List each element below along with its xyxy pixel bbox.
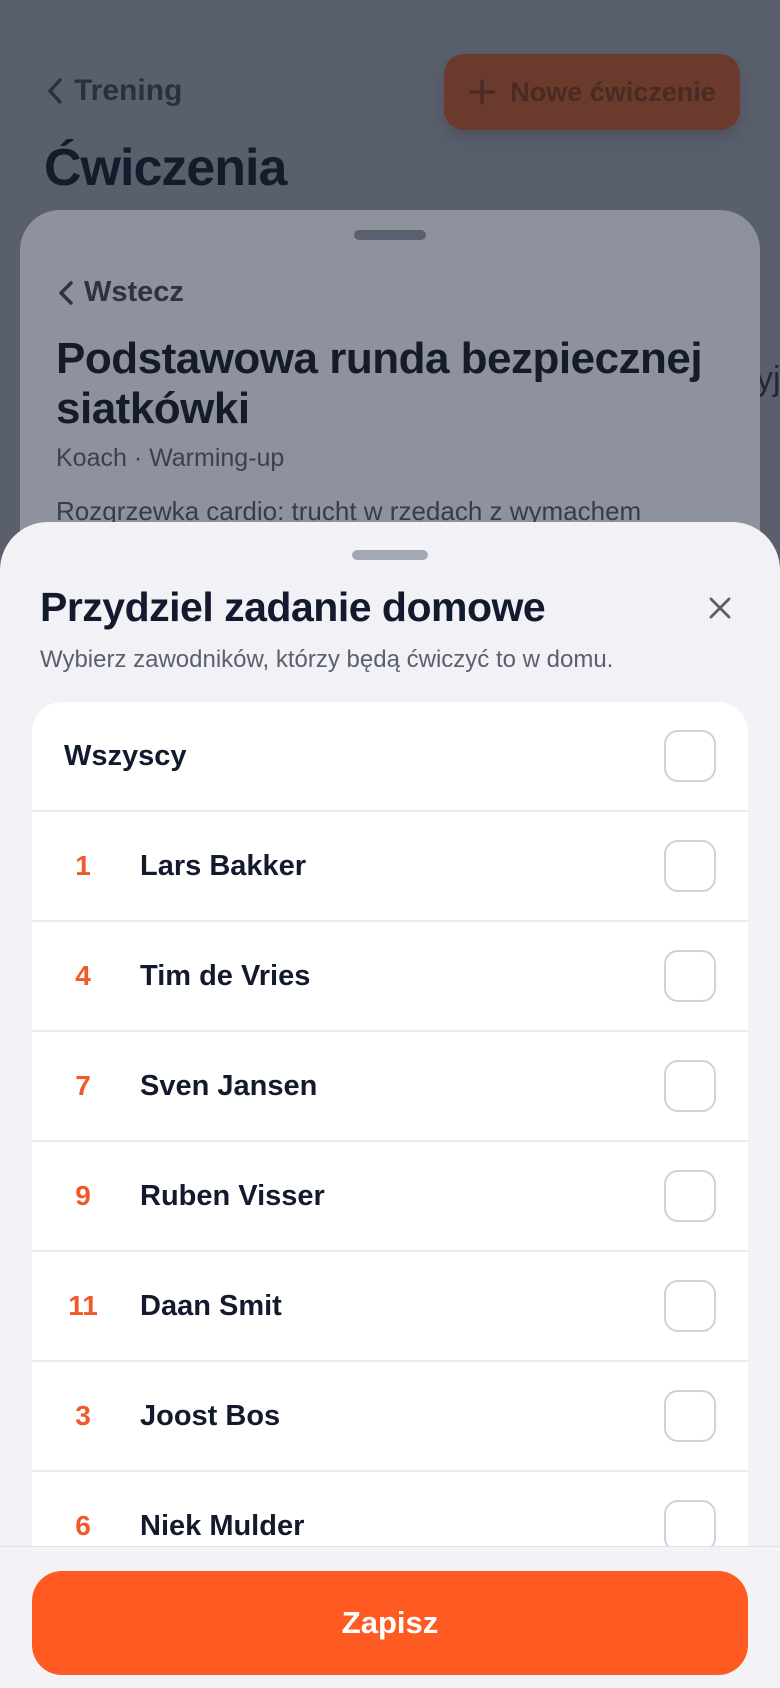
player-checkbox[interactable] bbox=[664, 950, 716, 1002]
player-name: Ruben Visser bbox=[140, 1179, 325, 1212]
player-row[interactable]: 9 Ruben Visser bbox=[32, 1142, 748, 1252]
player-number: 11 bbox=[68, 1290, 98, 1321]
close-button[interactable] bbox=[700, 588, 740, 628]
drill-title: Podstawowa runda bezpiecznej siatkówki bbox=[56, 334, 703, 433]
player-number: 4 bbox=[75, 960, 91, 991]
sheet-title: Przydziel zadanie domowe bbox=[40, 584, 546, 630]
player-name: Daan Smit bbox=[140, 1289, 282, 1322]
back-link-label: Trening bbox=[74, 74, 183, 107]
select-all-label: Wszyscy bbox=[64, 739, 187, 772]
player-number: 9 bbox=[75, 1180, 91, 1211]
player-number: 6 bbox=[75, 1510, 91, 1541]
chevron-left-icon bbox=[48, 78, 62, 104]
select-all-checkbox[interactable] bbox=[664, 730, 716, 782]
player-checkbox[interactable] bbox=[664, 1170, 716, 1222]
player-list: Wszyscy 1 Lars Bakker 4 Tim de Vries 7 S… bbox=[32, 702, 748, 1582]
save-button[interactable]: Zapisz bbox=[32, 1571, 748, 1675]
new-exercise-label: Nowe ćwiczenie bbox=[510, 76, 716, 107]
player-name: Niek Mulder bbox=[140, 1509, 305, 1542]
player-checkbox[interactable] bbox=[664, 1060, 716, 1112]
sheet-handle[interactable] bbox=[354, 230, 426, 240]
page-title: Ćwiczenia bbox=[44, 139, 287, 197]
sheet-handle[interactable] bbox=[352, 550, 428, 560]
sheet-footer: Zapisz bbox=[0, 1546, 780, 1688]
player-number: 1 bbox=[75, 850, 91, 881]
back-link-label: Wstecz bbox=[84, 276, 184, 308]
player-number: 7 bbox=[75, 1070, 91, 1101]
select-all-row[interactable]: Wszyscy bbox=[32, 702, 748, 812]
drill-meta: Koach · Warming-up bbox=[56, 444, 285, 472]
player-name: Sven Jansen bbox=[140, 1069, 318, 1102]
plus-icon bbox=[469, 79, 495, 105]
new-exercise-button[interactable]: Nowe ćwiczenie bbox=[444, 54, 740, 130]
assign-homework-sheet: Przydziel zadanie domowe Wybierz zawodni… bbox=[0, 522, 780, 1688]
player-number: 3 bbox=[75, 1400, 91, 1431]
player-name: Lars Bakker bbox=[140, 849, 307, 882]
sheet-subtitle: Wybierz zawodników, którzy będą ćwiczyć … bbox=[40, 646, 614, 673]
player-row[interactable]: 4 Tim de Vries bbox=[32, 922, 748, 1032]
player-checkbox[interactable] bbox=[664, 840, 716, 892]
player-name: Tim de Vries bbox=[140, 959, 311, 992]
player-checkbox[interactable] bbox=[664, 1500, 716, 1552]
player-row[interactable]: 11 Daan Smit bbox=[32, 1252, 748, 1362]
player-checkbox[interactable] bbox=[664, 1390, 716, 1442]
player-checkbox[interactable] bbox=[664, 1280, 716, 1332]
back-link-trening[interactable]: Trening bbox=[44, 74, 182, 108]
back-link-wstecz[interactable]: Wstecz bbox=[56, 276, 184, 309]
chevron-left-icon bbox=[59, 280, 73, 305]
player-row[interactable]: 3 Joost Bos bbox=[32, 1362, 748, 1472]
player-row[interactable]: 7 Sven Jansen bbox=[32, 1032, 748, 1142]
player-row[interactable]: 1 Lars Bakker bbox=[32, 812, 748, 922]
close-icon bbox=[709, 597, 731, 619]
player-name: Joost Bos bbox=[140, 1399, 281, 1432]
